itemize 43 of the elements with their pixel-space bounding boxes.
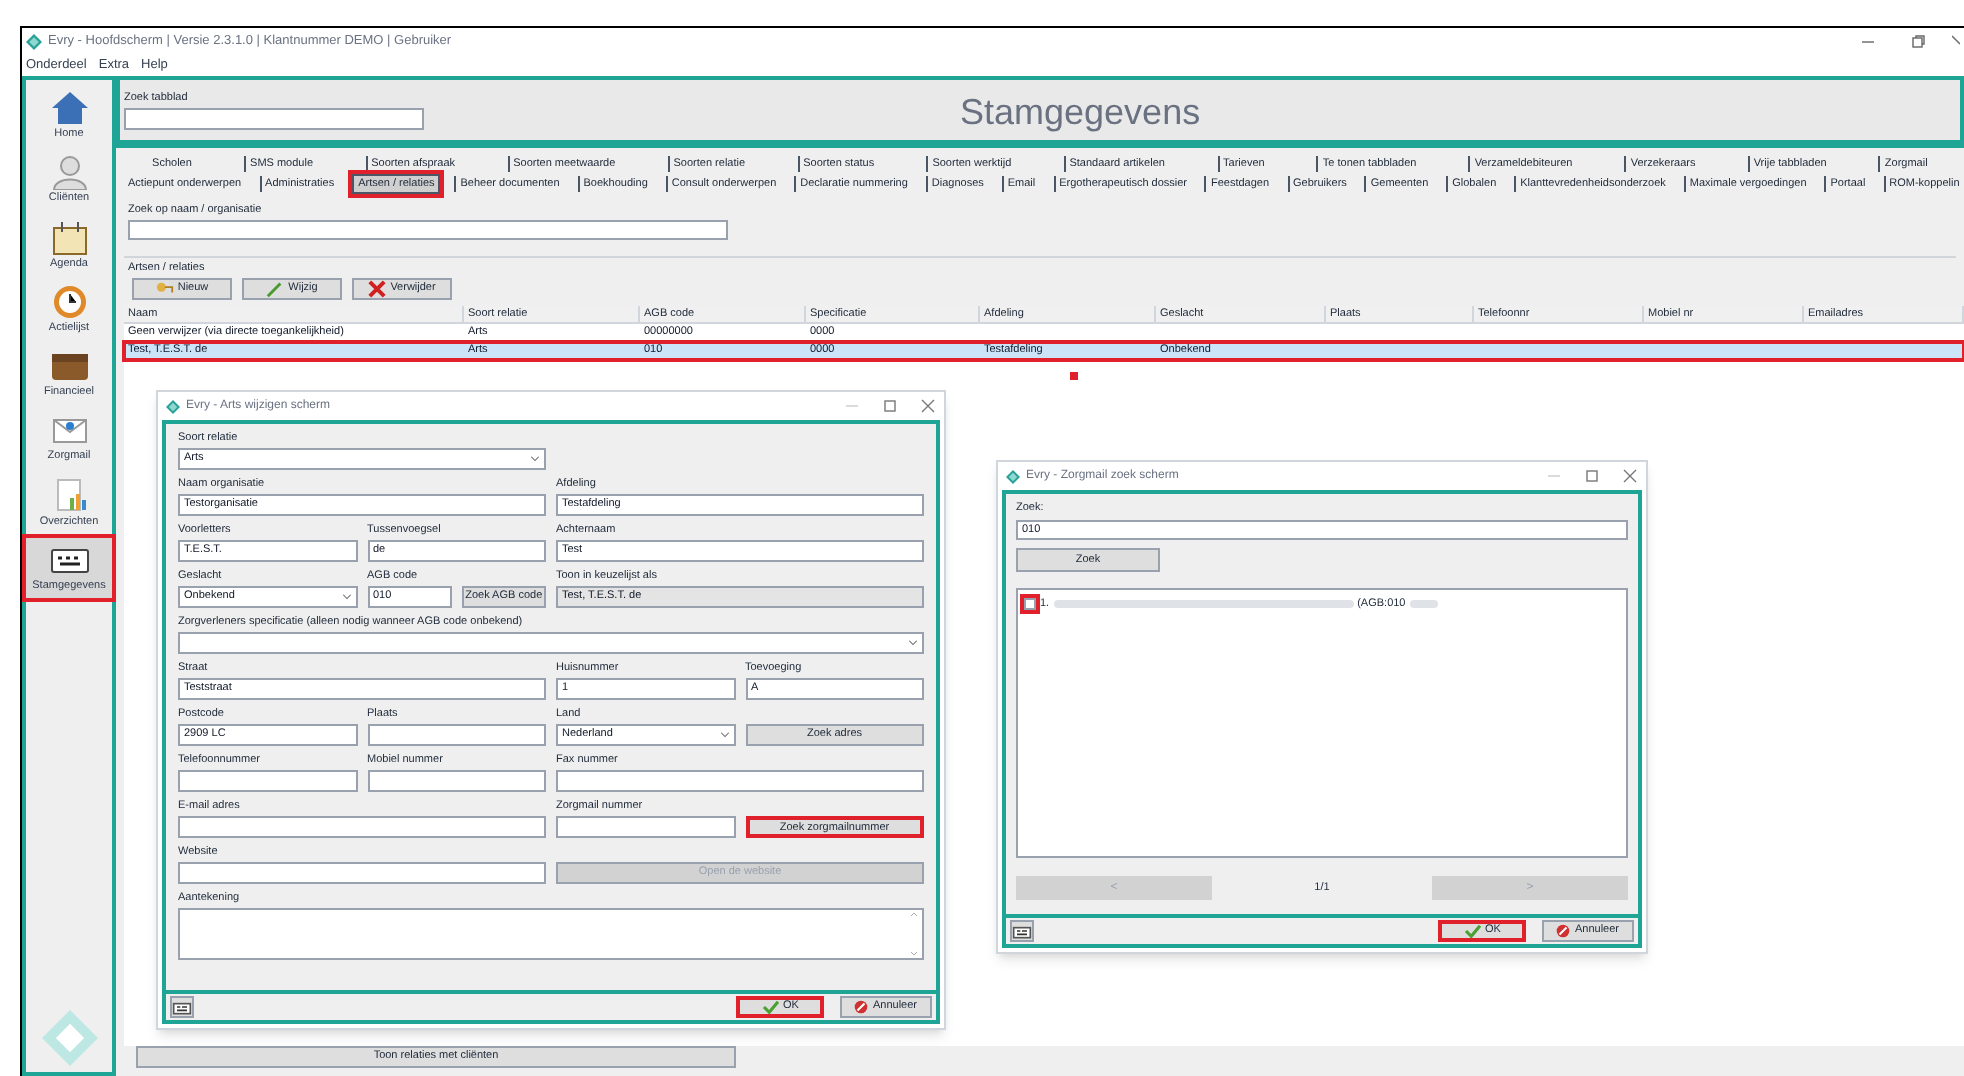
text-field[interactable] <box>178 770 357 792</box>
text-field[interactable] <box>367 770 546 792</box>
chevron-down-icon <box>719 732 729 738</box>
dropdown[interactable] <box>178 632 924 654</box>
text-field[interactable] <box>367 724 546 746</box>
house-icon <box>49 90 89 126</box>
app-logo-icon <box>39 1008 99 1068</box>
keyboard-icon[interactable] <box>1010 920 1034 942</box>
cross-icon <box>368 280 387 298</box>
pencil-icon <box>266 280 285 298</box>
chevron-down-icon <box>530 456 540 462</box>
clock-icon <box>49 283 89 320</box>
close-icon[interactable] <box>920 398 936 414</box>
person-icon <box>49 154 89 191</box>
redacted-bar <box>1409 600 1438 609</box>
maximize-icon[interactable] <box>882 398 898 414</box>
search-field[interactable] <box>124 107 424 130</box>
text-area[interactable] <box>178 908 924 960</box>
app-logo-icon <box>166 399 180 413</box>
calendar-icon <box>49 219 89 255</box>
text-field[interactable] <box>556 770 924 792</box>
keyboard-icon[interactable] <box>170 996 194 1018</box>
no-entry-icon <box>1556 924 1571 938</box>
checkmark-icon <box>1463 924 1482 938</box>
chevron-down-icon <box>341 594 351 600</box>
text-field[interactable] <box>178 862 546 884</box>
checkmark-icon <box>761 1000 780 1014</box>
checkbox[interactable] <box>1024 598 1036 611</box>
text-field[interactable] <box>556 816 735 838</box>
close-icon[interactable] <box>1952 34 1960 50</box>
no-entry-icon <box>854 1000 869 1014</box>
search-field[interactable] <box>128 219 728 240</box>
maximize-icon[interactable] <box>1584 468 1600 484</box>
key-icon <box>155 280 174 298</box>
text-field[interactable] <box>178 816 546 838</box>
app-logo-icon <box>1006 469 1020 483</box>
marker-square <box>1070 372 1078 380</box>
restore-icon[interactable] <box>1910 34 1926 50</box>
close-icon[interactable] <box>1622 468 1638 484</box>
wallet-icon <box>49 348 89 384</box>
app-logo-icon <box>26 34 42 50</box>
chevron-down-icon <box>908 640 918 646</box>
page-title: Stamgegevens <box>960 90 1201 136</box>
